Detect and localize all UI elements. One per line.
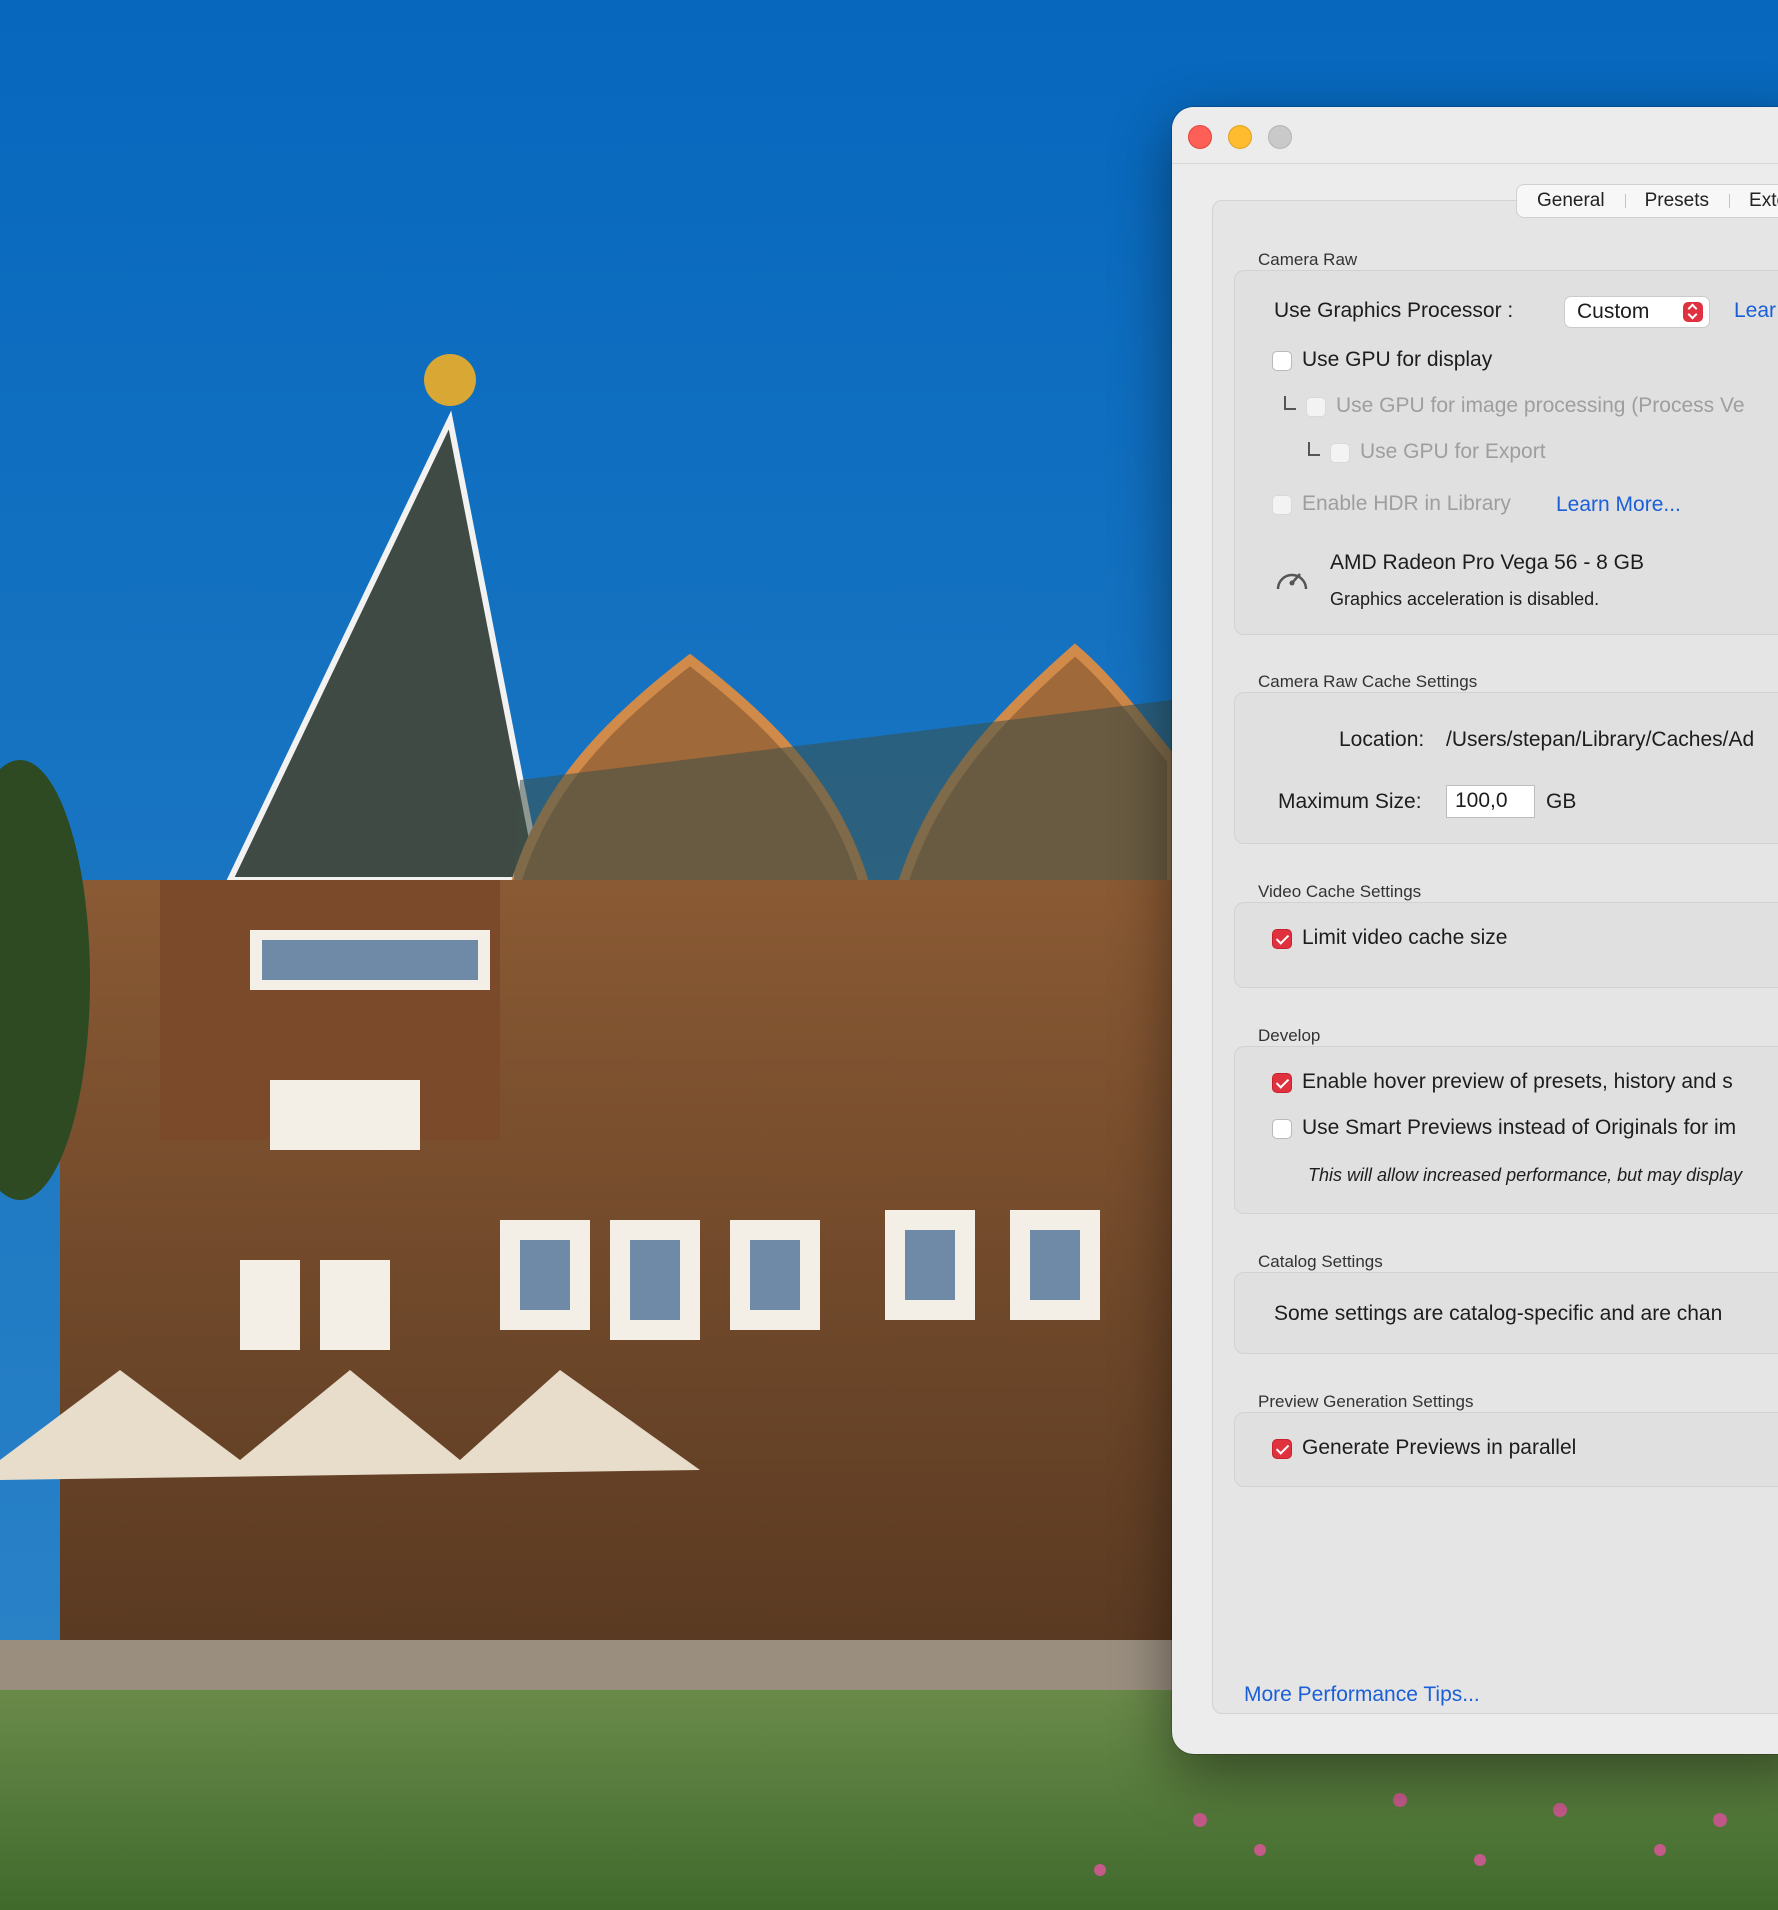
zoom-window-button[interactable] — [1268, 125, 1292, 149]
cache-location-path: /Users/stepan/Library/Caches/Ad — [1446, 728, 1755, 751]
section-title-preview-generation: Preview Generation Settings — [1258, 1392, 1474, 1411]
tab-general[interactable]: General — [1517, 185, 1625, 217]
tab-external-editing[interactable]: Exte — [1729, 185, 1778, 217]
learn-more-link-gpu[interactable]: Lear — [1734, 299, 1776, 323]
use-gpu-export-checkbox[interactable] — [1330, 443, 1350, 463]
enable-hdr-label: Enable HDR in Library — [1302, 492, 1511, 515]
tree-branch-icon — [1308, 442, 1320, 456]
limit-video-cache-checkbox[interactable] — [1272, 929, 1292, 949]
learn-more-link-hdr[interactable]: Learn More... — [1556, 493, 1681, 517]
gpu-name: AMD Radeon Pro Vega 56 - 8 GB — [1330, 551, 1645, 574]
cache-size-unit: GB — [1546, 790, 1577, 813]
section-title-video-cache: Video Cache Settings — [1258, 882, 1422, 901]
speedometer-icon — [1276, 573, 1308, 590]
cache-max-size-field[interactable]: 100,0 — [1446, 785, 1535, 818]
hover-preview-checkbox[interactable] — [1272, 1073, 1292, 1093]
use-gpu-display-checkbox[interactable] — [1272, 351, 1292, 371]
more-performance-tips-link[interactable]: More Performance Tips... — [1244, 1683, 1480, 1707]
cache-max-size-label: Maximum Size: — [1278, 790, 1422, 813]
use-gpu-image-processing-label: Use GPU for image processing (Process Ve — [1336, 394, 1745, 417]
use-gpu-display-label: Use GPU for display — [1302, 348, 1493, 371]
generate-previews-parallel-checkbox[interactable] — [1272, 1439, 1292, 1459]
graphics-processor-value: Custom — [1577, 300, 1650, 323]
use-gpu-image-processing-checkbox[interactable] — [1306, 397, 1326, 417]
title-bar — [1172, 107, 1778, 164]
use-gpu-export-label: Use GPU for Export — [1360, 440, 1546, 463]
limit-video-cache-label: Limit video cache size — [1302, 926, 1508, 949]
smart-previews-note: This will allow increased performance, b… — [1308, 1165, 1743, 1185]
graphics-processor-select[interactable]: Custom — [1564, 296, 1710, 328]
cache-group — [1234, 692, 1778, 844]
close-window-button[interactable] — [1188, 125, 1212, 149]
tab-bar: General Presets Exte — [1516, 184, 1778, 218]
tree-branch-icon — [1284, 396, 1296, 410]
section-title-develop: Develop — [1258, 1026, 1321, 1045]
catalog-settings-text: Some settings are catalog-specific and a… — [1274, 1302, 1723, 1325]
select-stepper-icon — [1683, 302, 1703, 322]
hover-preview-label: Enable hover preview of presets, history… — [1302, 1070, 1733, 1093]
smart-previews-checkbox[interactable] — [1272, 1119, 1292, 1139]
section-title-camera-raw: Camera Raw — [1258, 250, 1358, 269]
minimize-window-button[interactable] — [1228, 125, 1252, 149]
smart-previews-label: Use Smart Previews instead of Originals … — [1302, 1116, 1737, 1139]
section-title-catalog: Catalog Settings — [1258, 1252, 1383, 1271]
enable-hdr-checkbox[interactable] — [1272, 495, 1292, 515]
gpu-status: Graphics acceleration is disabled. — [1330, 589, 1600, 609]
tab-presets[interactable]: Presets — [1624, 185, 1729, 217]
generate-previews-parallel-label: Generate Previews in parallel — [1302, 1436, 1577, 1459]
graphics-processor-label: Use Graphics Processor : — [1274, 299, 1514, 322]
cache-location-label: Location: — [1339, 728, 1425, 751]
section-title-cache: Camera Raw Cache Settings — [1258, 672, 1478, 691]
